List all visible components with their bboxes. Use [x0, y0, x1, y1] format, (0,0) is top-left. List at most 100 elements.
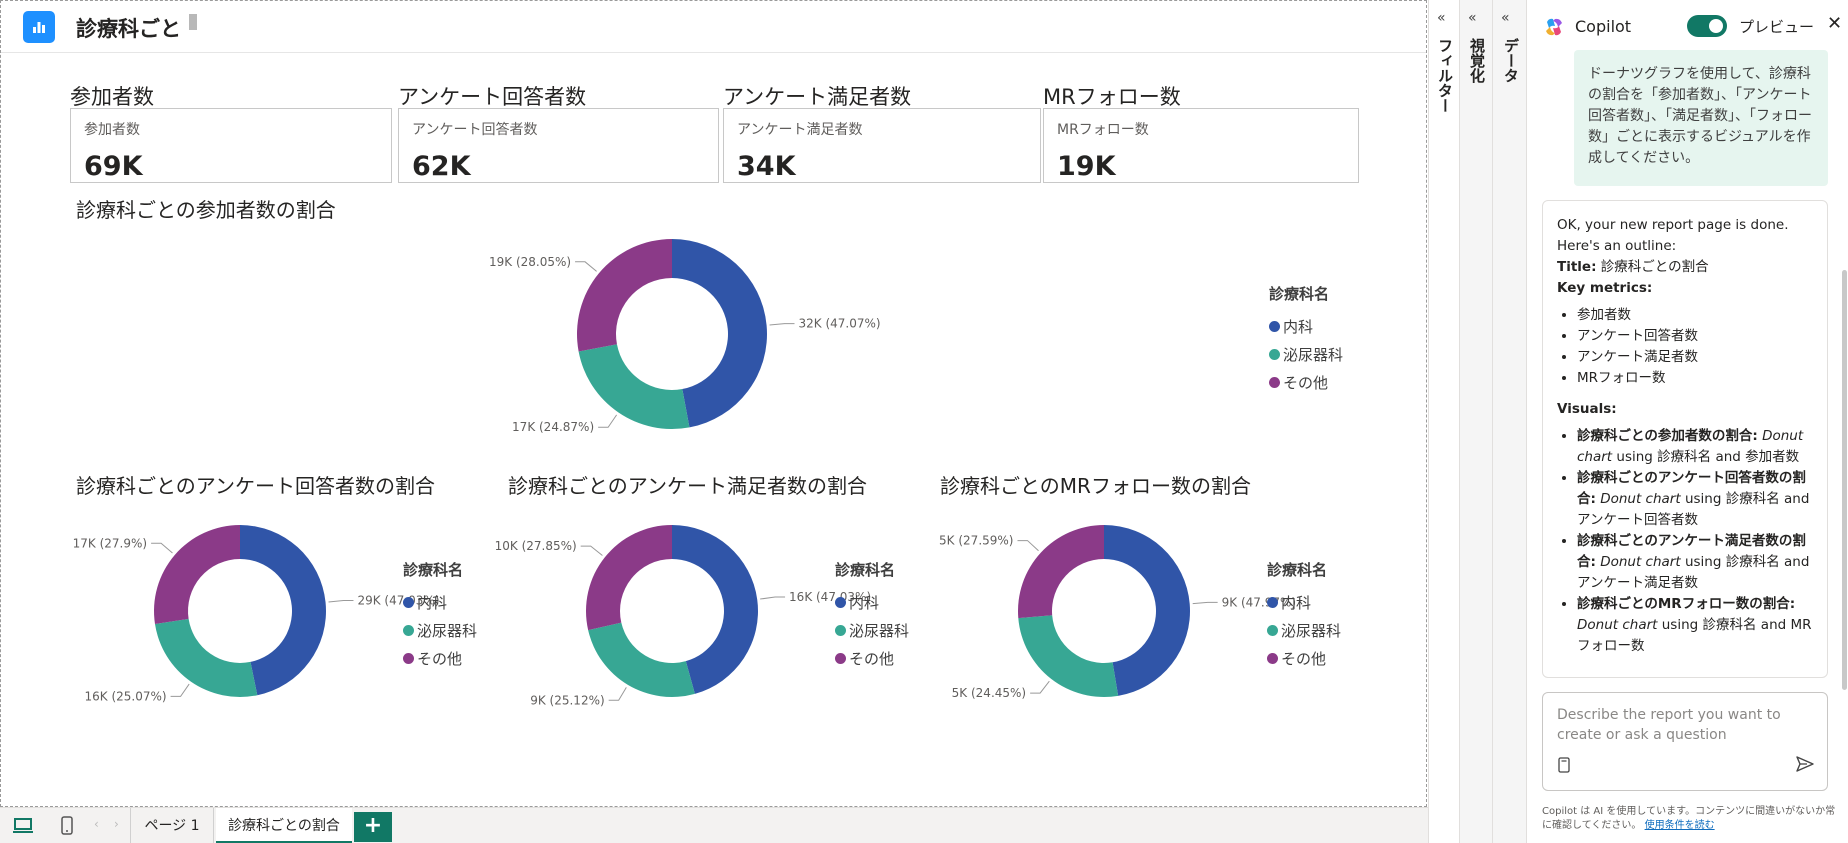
visual-item: 診療科ごとのアンケート回答者数の割合: Donut chart using 診療… — [1577, 468, 1813, 531]
visuals-label: Visuals: — [1557, 401, 1617, 417]
donut-slice-hinyoki[interactable] — [1018, 615, 1119, 697]
legend-title: 診療科名 — [403, 561, 464, 579]
legend-item-naika[interactable]: 内科 — [1269, 312, 1343, 340]
mobile-layout-icon[interactable] — [60, 816, 74, 840]
input-placeholder[interactable]: Describe the report you want to create o… — [1557, 705, 1813, 745]
copilot-input[interactable]: Describe the report you want to create o… — [1542, 692, 1828, 791]
legend-dot — [1267, 596, 1278, 608]
chart-legend: 診療科名 内科 泌尿器科 その他 — [1269, 283, 1343, 396]
title-label: Title: — [1557, 259, 1597, 275]
legend-item-sonota[interactable]: その他 — [1269, 368, 1343, 396]
visual-item: 診療科ごとのMRフォロー数の割合: Donut chart using 診療科名… — [1577, 594, 1813, 657]
legend-title: 診療科名 — [835, 561, 896, 579]
chevron-left-icon[interactable]: ‹ — [94, 817, 99, 831]
user-message: ドーナツグラフを使用して、診療科の割合を「参加者数」、「アンケート回答者数」、「… — [1574, 50, 1828, 186]
legend-dot — [835, 596, 846, 608]
visual-type: Donut chart — [1600, 491, 1681, 507]
terms-link[interactable]: 使用条件を読む — [1645, 820, 1715, 831]
legend-dot — [835, 624, 846, 636]
key-metric-item: アンケート満足者数 — [1577, 347, 1813, 368]
copilot-disclaimer: Copilot は AI を使用しています。コンテンツに間違いがないか常に確認し… — [1542, 805, 1838, 833]
preview-label: プレビュー — [1739, 18, 1815, 36]
visual-rest: using 診療科名 and 参加者数 — [1616, 449, 1800, 465]
legend-item-hinyoki[interactable]: 泌尿器科 — [1267, 616, 1341, 644]
visual-item: 診療科ごとの参加者数の割合: Donut chart using 診療科名 an… — [1577, 426, 1813, 468]
copilot-title: Copilot — [1575, 17, 1632, 36]
chevron-right-icon[interactable]: › — [114, 817, 119, 831]
preview-toggle[interactable] — [1687, 15, 1727, 37]
prompt-guide-icon[interactable] — [1557, 757, 1571, 777]
legend-item-naika[interactable]: 内科 — [835, 588, 909, 616]
legend-item-naika[interactable]: 内科 — [1267, 588, 1341, 616]
legend-label: 内科 — [1281, 593, 1312, 612]
visualizations-pane-label[interactable]: 視覚化 — [1467, 38, 1488, 83]
legend-label: 泌尿器科 — [417, 621, 478, 640]
legend-item-sonota[interactable]: その他 — [403, 644, 477, 672]
filter-pane-label[interactable]: フィルター — [1435, 38, 1456, 113]
donut-slice-naika[interactable] — [1104, 525, 1191, 696]
key-metric-item: アンケート回答者数 — [1577, 326, 1813, 347]
legend-title: 診療科名 — [1267, 561, 1328, 579]
add-page-button[interactable]: + — [354, 812, 392, 842]
legend-item-sonota[interactable]: その他 — [1267, 644, 1341, 672]
legend-item-naika[interactable]: 内科 — [403, 588, 477, 616]
legend-label: その他 — [849, 649, 895, 668]
legend-dot — [1269, 320, 1280, 332]
tab-page-1[interactable]: ページ 1 — [130, 808, 214, 843]
desktop-layout-icon[interactable] — [12, 816, 34, 840]
legend-label: 内科 — [417, 593, 448, 612]
legend-label: 泌尿器科 — [849, 621, 910, 640]
collapse-chevron-icon[interactable]: « — [1501, 10, 1510, 26]
collapse-chevron-icon[interactable]: « — [1437, 10, 1446, 26]
page-tab-bar: ‹ › ページ 1 診療科ごとの割合 + — [0, 807, 1458, 843]
legend-dot — [1267, 652, 1278, 664]
tab-active-page[interactable]: 診療科ごとの割合 — [216, 808, 352, 843]
visual-name: 診療科ごとのMRフォロー数の割合: — [1577, 596, 1796, 612]
chart-legend: 診療科名 内科 泌尿器科 その他 — [835, 559, 909, 672]
legend-label: その他 — [1283, 373, 1329, 392]
legend-item-hinyoki[interactable]: 泌尿器科 — [403, 616, 477, 644]
key-metric-item: MRフォロー数 — [1577, 368, 1813, 389]
copilot-response: OK, your new report page is done. Here's… — [1542, 200, 1828, 678]
legend-title: 診療科名 — [1269, 285, 1330, 303]
legend-label: 泌尿器科 — [1283, 345, 1344, 364]
close-icon[interactable]: ✕ — [1827, 13, 1842, 34]
legend-dot — [403, 596, 414, 608]
donut-chart-mr-follow[interactable]: 9K (47.97%)5K (24.45%)5K (27.59%) — [1, 1, 1426, 806]
key-metric-item: 参加者数 — [1577, 305, 1813, 326]
visualizations-pane[interactable]: « 視覚化 — [1459, 0, 1492, 843]
leader-line — [1192, 601, 1218, 605]
data-pane-label[interactable]: データ — [1501, 38, 1522, 83]
send-icon[interactable] — [1795, 755, 1815, 777]
filter-pane[interactable]: « フィルター — [1428, 0, 1458, 843]
legend-dot — [1267, 624, 1278, 636]
leader-line — [1030, 680, 1050, 694]
legend-label: 泌尿器科 — [1281, 621, 1342, 640]
scrollbar[interactable] — [1842, 270, 1847, 690]
donut-slice-sonota[interactable] — [1018, 525, 1104, 619]
legend-dot — [835, 652, 846, 664]
visual-type: Donut chart — [1577, 617, 1658, 633]
legend-item-hinyoki[interactable]: 泌尿器科 — [1269, 340, 1343, 368]
legend-dot — [1269, 376, 1280, 388]
key-metrics-list: 参加者数 アンケート回答者数 アンケート満足者数 MRフォロー数 — [1577, 305, 1813, 389]
chart-legend: 診療科名 内科 泌尿器科 その他 — [403, 559, 477, 672]
legend-item-sonota[interactable]: その他 — [835, 644, 909, 672]
collapse-chevron-icon[interactable]: « — [1468, 10, 1477, 26]
visual-name: 診療科ごとの参加者数の割合: — [1577, 428, 1758, 444]
report-canvas[interactable]: 診療科ごと 参加者数 アンケート回答者数 アンケート満足者数 MRフォロー数 参… — [0, 0, 1427, 807]
copilot-pane: Copilot プレビュー ✕ ドーナツグラフを使用して、診療科の割合を「参加者… — [1526, 0, 1848, 843]
visual-item: 診療科ごとのアンケート満足者数の割合: Donut chart using 診療… — [1577, 531, 1813, 594]
title-value: 診療科ごとの割合 — [1600, 259, 1709, 275]
copilot-header: Copilot プレビュー ✕ — [1527, 0, 1848, 50]
legend-dot — [403, 652, 414, 664]
copilot-logo-icon — [1546, 18, 1562, 36]
legend-dot — [1269, 348, 1280, 360]
toggle-knob — [1709, 19, 1723, 33]
response-title-line: Title: 診療科ごとの割合 — [1557, 257, 1813, 278]
legend-label: 内科 — [1283, 317, 1314, 336]
visual-type: Donut chart — [1600, 554, 1681, 570]
response-intro: OK, your new report page is done. Here's… — [1557, 217, 1789, 254]
legend-item-hinyoki[interactable]: 泌尿器科 — [835, 616, 909, 644]
data-pane[interactable]: « データ — [1492, 0, 1526, 843]
